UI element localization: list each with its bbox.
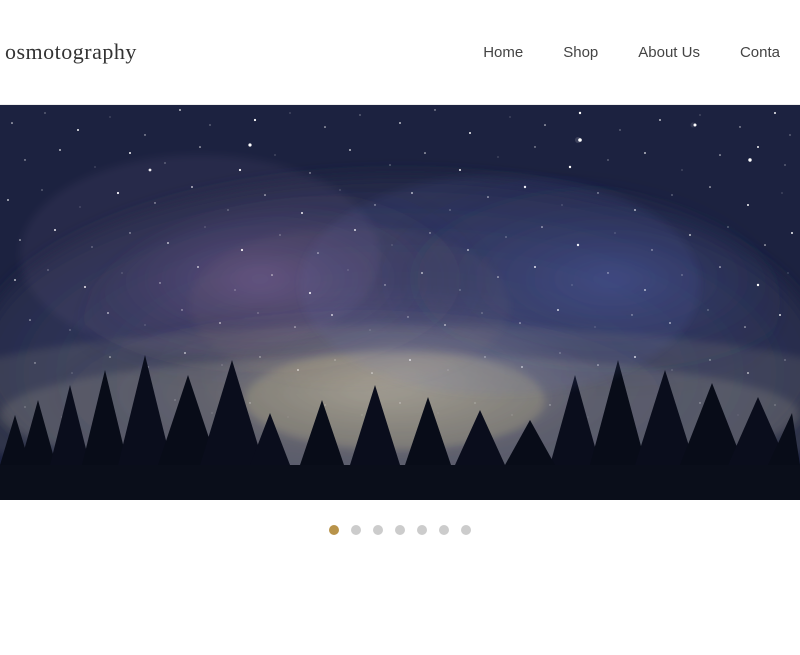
- site-header: osmotography Home Shop About Us Conta: [0, 0, 800, 105]
- carousel-dot-1[interactable]: [329, 525, 339, 535]
- nav-item-contact[interactable]: Conta: [740, 44, 780, 61]
- nav-item-shop[interactable]: Shop: [563, 44, 598, 61]
- main-nav: Home Shop About Us Conta: [483, 44, 780, 61]
- nav-item-about[interactable]: About Us: [638, 44, 700, 61]
- footer-whitespace: [0, 555, 800, 655]
- hero-image: [0, 105, 800, 500]
- site-logo: osmotography: [0, 39, 137, 65]
- carousel-pagination: [0, 500, 800, 555]
- hero-section: [0, 105, 800, 500]
- carousel-dot-4[interactable]: [395, 525, 405, 535]
- carousel-dot-6[interactable]: [439, 525, 449, 535]
- carousel-dot-2[interactable]: [351, 525, 361, 535]
- nav-item-home[interactable]: Home: [483, 44, 523, 61]
- carousel-dot-3[interactable]: [373, 525, 383, 535]
- carousel-dot-7[interactable]: [461, 525, 471, 535]
- carousel-dot-5[interactable]: [417, 525, 427, 535]
